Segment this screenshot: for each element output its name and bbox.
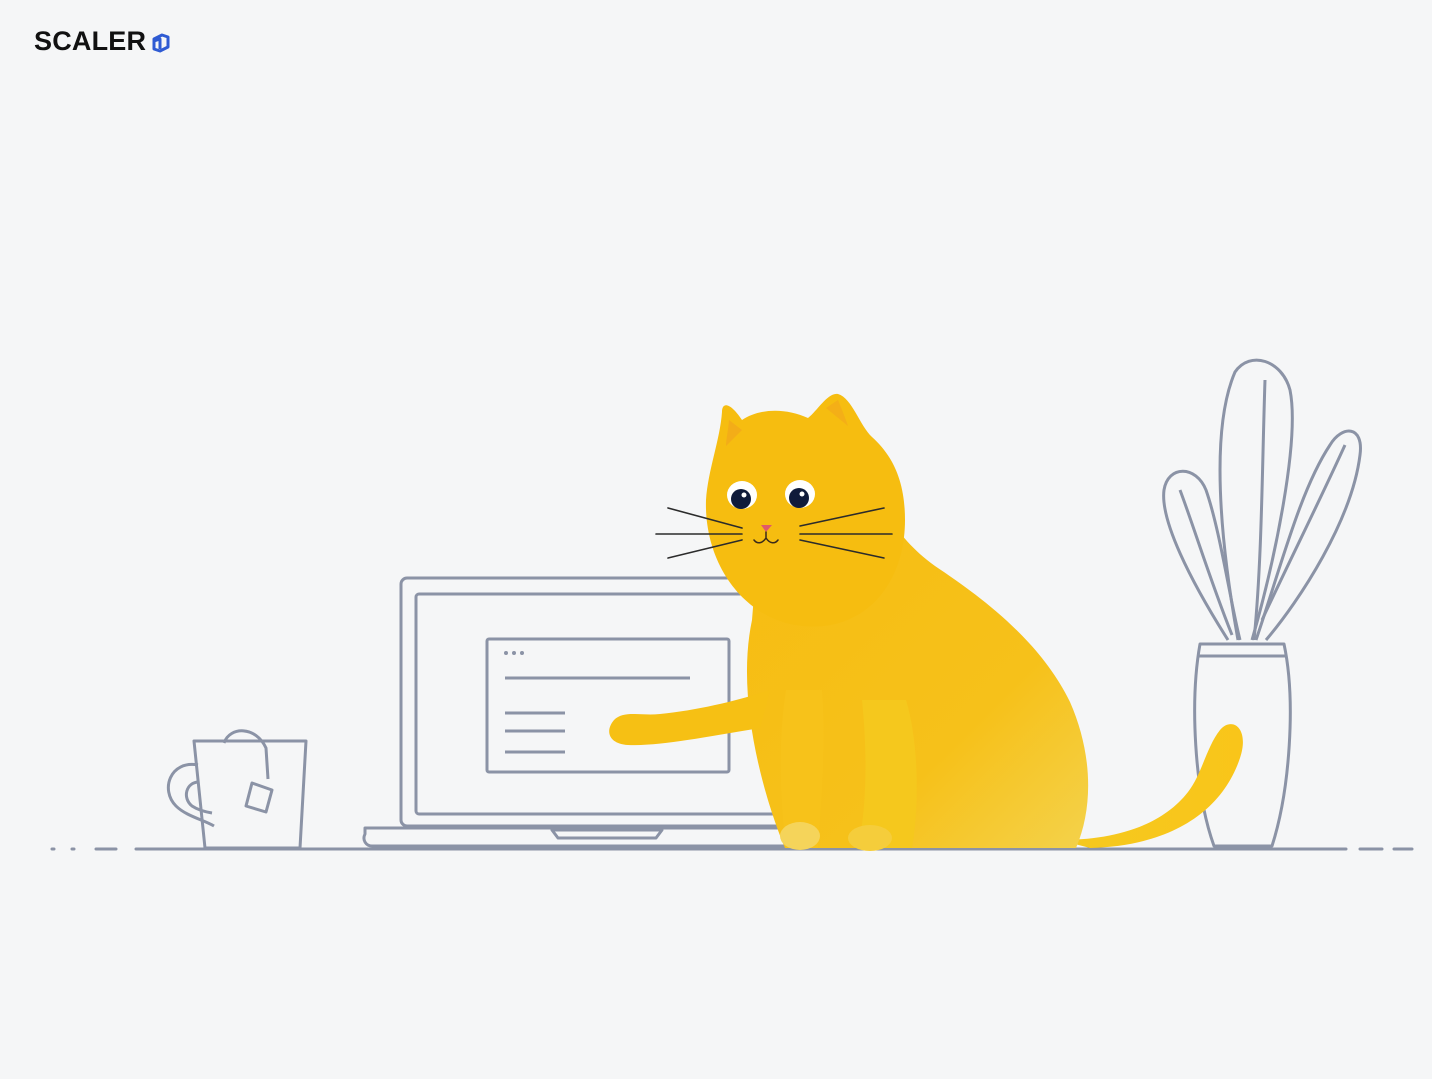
mug-icon (166, 729, 308, 850)
window-dots (504, 651, 524, 655)
illustration (50, 358, 1414, 851)
plant-vase-icon (1162, 358, 1362, 848)
cat-illustration-icon (609, 393, 1243, 851)
teabag-icon (244, 781, 274, 814)
page: SCALER (0, 0, 1432, 1079)
